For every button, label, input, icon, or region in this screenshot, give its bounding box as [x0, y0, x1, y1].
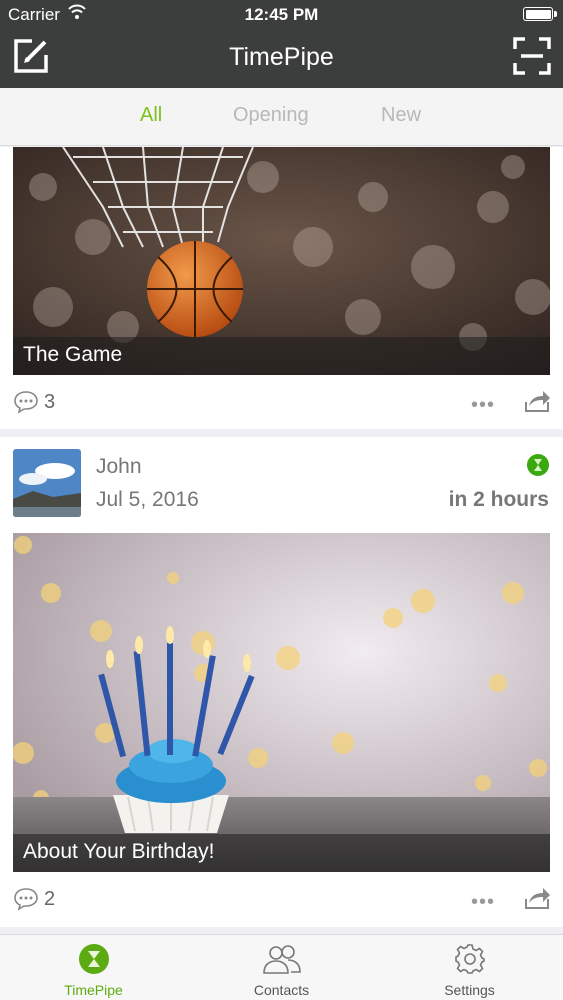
post-image[interactable]: About Your Birthday!: [13, 533, 550, 872]
tab-label: Settings: [444, 982, 495, 998]
post-actions: 2 •••: [0, 872, 563, 926]
comment-count: 3: [44, 391, 56, 413]
filter-opening[interactable]: Opening: [233, 104, 309, 127]
contacts-icon: [261, 943, 303, 980]
share-icon[interactable]: [523, 388, 551, 419]
clock: 12:45 PM: [244, 5, 319, 24]
app-title: TimePipe: [229, 43, 334, 71]
share-icon[interactable]: [523, 885, 551, 916]
post-card: The Game 3 •••: [0, 147, 563, 429]
tab-bar: TimePipe Contacts Settings: [0, 934, 563, 1000]
post-image[interactable]: The Game: [13, 147, 550, 375]
comment-icon[interactable]: [13, 390, 39, 419]
more-icon[interactable]: •••: [471, 394, 495, 417]
tab-contacts[interactable]: Contacts: [188, 935, 375, 1000]
battery-icon: [523, 7, 557, 21]
comment-count: 2: [44, 888, 56, 910]
settings-icon: [454, 943, 486, 980]
post-caption: About Your Birthday!: [23, 840, 215, 863]
status-icon: [526, 453, 550, 482]
countdown: in 2 hours: [448, 488, 549, 511]
comment-icon[interactable]: [13, 887, 39, 916]
more-icon[interactable]: •••: [471, 891, 495, 914]
filter-bar: All Opening New: [0, 88, 563, 146]
feed[interactable]: The Game 3 ••• John Jul 5, 2016 in 2 hou…: [0, 147, 563, 934]
tab-timepipe[interactable]: TimePipe: [0, 935, 187, 1000]
post-card: John Jul 5, 2016 in 2 hours About Your B…: [0, 437, 563, 927]
status-bar: Carrier 12:45 PM: [0, 0, 563, 28]
author-name[interactable]: John: [96, 455, 142, 479]
post-date: Jul 5, 2016: [96, 488, 199, 511]
tab-label: Contacts: [253, 982, 310, 998]
nav-bar: TimePipe: [0, 28, 563, 88]
filter-all[interactable]: All: [140, 104, 162, 127]
tab-label: TimePipe: [64, 982, 123, 998]
avatar[interactable]: [13, 449, 81, 517]
timepipe-icon: [78, 943, 110, 980]
scan-icon[interactable]: [513, 37, 551, 75]
tab-settings[interactable]: Settings: [376, 935, 563, 1000]
post-caption: The Game: [23, 343, 123, 366]
post-actions: 3 •••: [0, 375, 563, 429]
filter-new[interactable]: New: [381, 104, 421, 127]
